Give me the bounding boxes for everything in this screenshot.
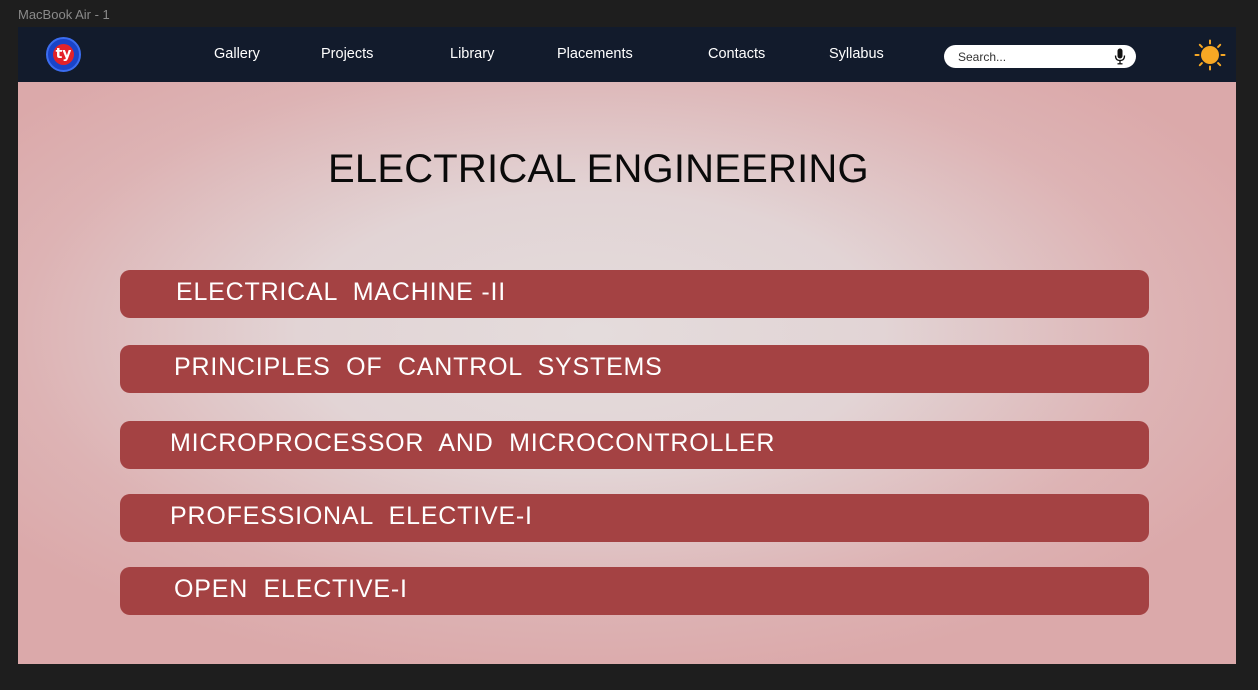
nav-link-gallery[interactable]: Gallery: [214, 46, 260, 62]
subject-microprocessor[interactable]: MICROPROCESSOR AND MICROCONTROLLER: [120, 421, 1149, 469]
search-input[interactable]: [958, 48, 1108, 65]
page-title: ELECTRICAL ENGINEERING: [328, 147, 869, 191]
frame-label: MacBook Air - 1: [18, 7, 110, 22]
nav-link-placements[interactable]: Placements: [557, 46, 633, 62]
logo-emblem: ty: [53, 44, 74, 65]
nav-link-contacts[interactable]: Contacts: [708, 46, 765, 62]
college-logo[interactable]: ty: [46, 37, 81, 72]
subject-professional-elective[interactable]: PROFESSIONAL ELECTIVE-I: [120, 494, 1149, 542]
nav-link-syllabus[interactable]: Syllabus: [829, 46, 884, 62]
page-frame: ty Gallery Projects Library Placements C…: [18, 27, 1236, 664]
search-bar: [944, 45, 1136, 68]
subject-electrical-machine[interactable]: ELECTRICAL MACHINE -II: [120, 270, 1149, 318]
subject-open-elective[interactable]: OPEN ELECTIVE-I: [120, 567, 1149, 615]
subject-control-systems[interactable]: PRINCIPLES OF CANTROL SYSTEMS: [120, 345, 1149, 393]
nav-link-library[interactable]: Library: [450, 46, 494, 62]
subject-label: MICROPROCESSOR AND MICROCONTROLLER: [170, 429, 776, 457]
subject-label: PRINCIPLES OF CANTROL SYSTEMS: [174, 353, 663, 381]
nav-link-projects[interactable]: Projects: [321, 46, 373, 62]
subject-label: PROFESSIONAL ELECTIVE-I: [170, 502, 533, 530]
subject-label: OPEN ELECTIVE-I: [174, 575, 408, 603]
subject-label: ELECTRICAL MACHINE -II: [176, 278, 507, 306]
navbar: ty Gallery Projects Library Placements C…: [18, 27, 1236, 82]
microphone-icon[interactable]: [1114, 48, 1126, 65]
sun-icon[interactable]: [1194, 39, 1226, 71]
